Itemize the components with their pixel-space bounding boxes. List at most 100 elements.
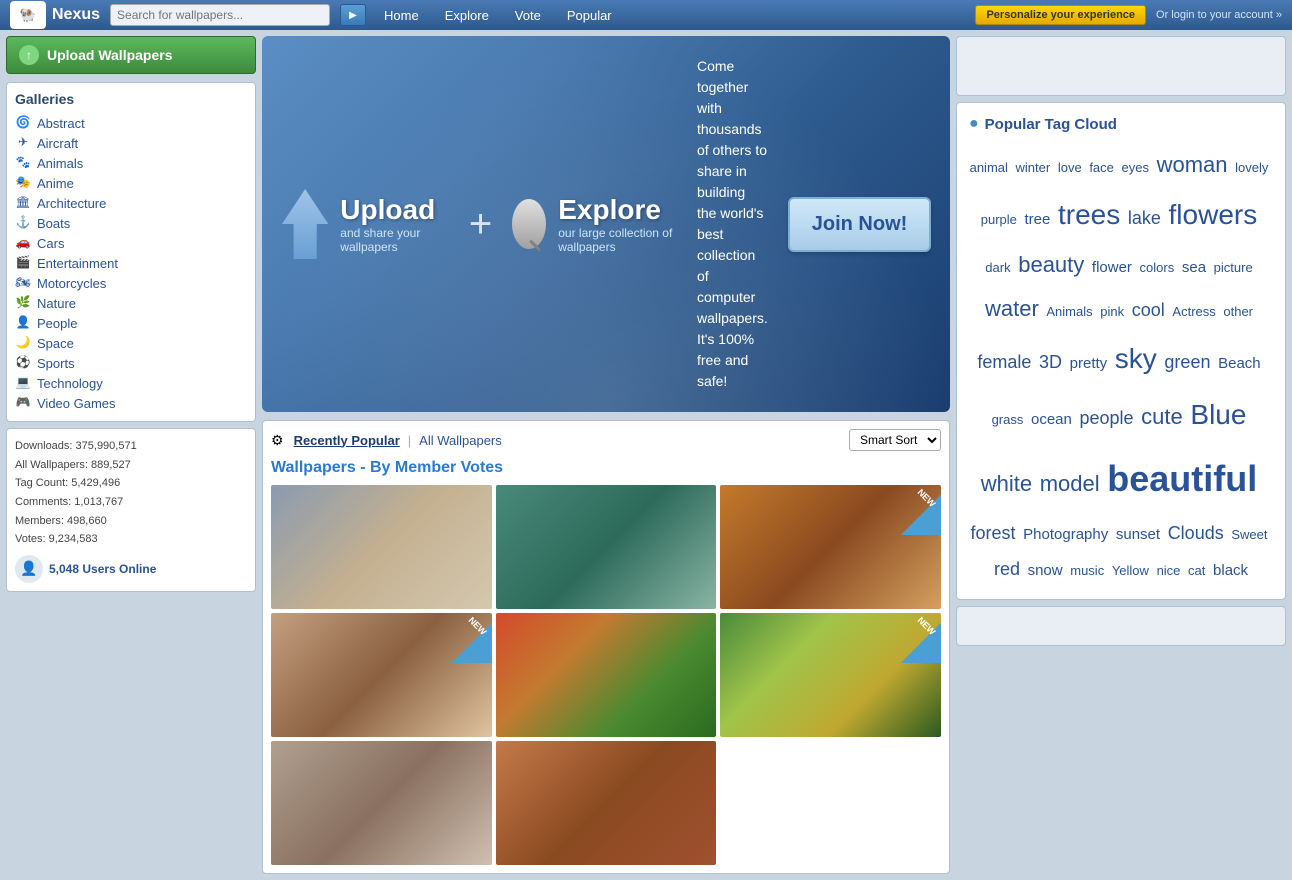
tag-flower[interactable]: flower (1092, 259, 1132, 276)
sort-select[interactable]: Smart Sort (849, 429, 941, 451)
tag-3d[interactable]: 3D (1039, 352, 1062, 372)
gallery-item-video-games[interactable]: 🎮Video Games (15, 393, 247, 413)
tab-recently-popular[interactable]: Recently Popular (290, 431, 404, 450)
tag-woman[interactable]: woman (1157, 152, 1228, 177)
tag-animal[interactable]: animal (970, 160, 1008, 175)
tag-pretty[interactable]: pretty (1070, 355, 1108, 372)
tag-beach[interactable]: Beach (1218, 355, 1261, 372)
gallery-item-aircraft[interactable]: ✈Aircraft (15, 133, 247, 153)
tag-space (1226, 527, 1230, 542)
tag-cat[interactable]: cat (1188, 563, 1205, 578)
tag-cool[interactable]: cool (1132, 300, 1165, 320)
tag-green[interactable]: green (1164, 352, 1210, 372)
tab-all-wallpapers[interactable]: All Wallpapers (415, 431, 506, 450)
gallery-item-space[interactable]: 🌙Space (15, 333, 247, 353)
tag-music[interactable]: music (1070, 563, 1104, 578)
gallery-item-motorcycles[interactable]: 🏍Motorcycles (15, 273, 247, 293)
gallery-icon: 👤 (15, 315, 31, 331)
gallery-item-nature[interactable]: 🌿Nature (15, 293, 247, 313)
tag-colors[interactable]: colors (1140, 260, 1175, 275)
gallery-icon: 💻 (15, 375, 31, 391)
gallery-item-people[interactable]: 👤People (15, 313, 247, 333)
join-button[interactable]: Join Now! (788, 197, 932, 252)
upload-wallpapers-button[interactable]: ↑ Upload Wallpapers (6, 36, 256, 74)
gallery-item-technology[interactable]: 💻Technology (15, 373, 247, 393)
tag-sweet[interactable]: Sweet (1231, 527, 1267, 542)
tag-photography[interactable]: Photography (1023, 526, 1108, 543)
tag-trees[interactable]: trees (1058, 199, 1120, 230)
wallpaper-thumb[interactable] (271, 485, 492, 609)
nav-home[interactable]: Home (376, 8, 427, 23)
tag-face[interactable]: face (1089, 160, 1114, 175)
nav-explore[interactable]: Explore (437, 8, 497, 23)
new-badge-text: NEW (916, 487, 938, 509)
gallery-item-architecture[interactable]: 🏛Architecture (15, 193, 247, 213)
tag-female[interactable]: female (977, 352, 1031, 372)
tag-grass[interactable]: grass (992, 412, 1024, 427)
wallpaper-thumb[interactable] (496, 613, 717, 737)
tag-model[interactable]: model (1040, 471, 1100, 496)
gallery-item-anime[interactable]: 🎭Anime (15, 173, 247, 193)
search-button[interactable]: ▶ (340, 4, 366, 26)
tag-blue[interactable]: Blue (1190, 399, 1246, 430)
tag-sunset[interactable]: sunset (1116, 526, 1160, 543)
upload-arrow-icon (282, 189, 328, 259)
ad-top (956, 36, 1286, 96)
tag-ocean[interactable]: ocean (1031, 411, 1072, 428)
login-link[interactable]: Or login to your account » (1156, 9, 1282, 21)
tag-animals[interactable]: Animals (1046, 304, 1092, 319)
tag-winter[interactable]: winter (1016, 160, 1051, 175)
tag-clouds[interactable]: Clouds (1168, 523, 1224, 543)
nav-popular[interactable]: Popular (559, 8, 620, 23)
tag-space (1163, 212, 1167, 227)
tag-actress[interactable]: Actress (1172, 304, 1215, 319)
tag-dark[interactable]: dark (985, 260, 1010, 275)
tag-water[interactable]: water (985, 296, 1039, 321)
tag-yellow[interactable]: Yellow (1112, 563, 1149, 578)
tag-space (1084, 160, 1088, 175)
tag-eyes[interactable]: eyes (1122, 160, 1149, 175)
tag-space (1106, 563, 1110, 578)
tag-lovely[interactable]: lovely (1235, 160, 1268, 175)
tag-space (1095, 304, 1099, 319)
tag-red[interactable]: red (994, 559, 1020, 579)
tag-love[interactable]: love (1058, 160, 1082, 175)
tag-pink[interactable]: pink (1100, 304, 1124, 319)
tag-snow[interactable]: snow (1028, 562, 1063, 579)
tag-purple[interactable]: purple (981, 212, 1017, 227)
tag-space (1185, 412, 1189, 427)
tag-lake[interactable]: lake (1128, 208, 1161, 228)
gallery-item-animals[interactable]: 🐾Animals (15, 153, 247, 173)
tag-flowers[interactable]: flowers (1169, 199, 1258, 230)
tag-tree[interactable]: tree (1025, 211, 1051, 228)
nav-vote[interactable]: Vote (507, 8, 549, 23)
tag-cute[interactable]: cute (1141, 404, 1183, 429)
gallery-item-entertainment[interactable]: 🎬Entertainment (15, 253, 247, 273)
gallery-item-abstract[interactable]: 🌀Abstract (15, 113, 247, 133)
search-input[interactable] (110, 4, 330, 26)
tag-white[interactable]: white (981, 471, 1032, 496)
personalize-button[interactable]: Personalize your experience (975, 5, 1146, 25)
tag-picture[interactable]: picture (1214, 260, 1253, 275)
gallery-item-cars[interactable]: 🚗Cars (15, 233, 247, 253)
plus-icon: + (469, 202, 492, 247)
gallery-item-boats[interactable]: ⚓Boats (15, 213, 247, 233)
tag-sea[interactable]: sea (1182, 259, 1206, 276)
tag-forest[interactable]: forest (971, 523, 1016, 543)
wallpaper-thumb[interactable]: NEW (271, 613, 492, 737)
tag-beautiful[interactable]: beautiful (1107, 458, 1257, 499)
wallpaper-thumb[interactable]: NEW (720, 613, 941, 737)
tag-beauty[interactable]: beauty (1018, 252, 1084, 277)
tag-people[interactable]: people (1079, 408, 1133, 428)
gallery-item-sports[interactable]: ⚽Sports (15, 353, 247, 373)
wallpaper-thumb[interactable] (271, 741, 492, 865)
upload-text: Upload and share your wallpapers (340, 194, 449, 254)
wallpaper-thumb[interactable] (496, 485, 717, 609)
stat-members: Members: 498,660 (15, 512, 247, 531)
wallpaper-thumb[interactable] (496, 741, 717, 865)
tag-nice[interactable]: nice (1157, 563, 1181, 578)
tag-other[interactable]: other (1223, 304, 1253, 319)
tag-sky[interactable]: sky (1115, 343, 1157, 374)
tag-black[interactable]: black (1213, 562, 1248, 579)
wallpaper-thumb[interactable]: NEW (720, 485, 941, 609)
